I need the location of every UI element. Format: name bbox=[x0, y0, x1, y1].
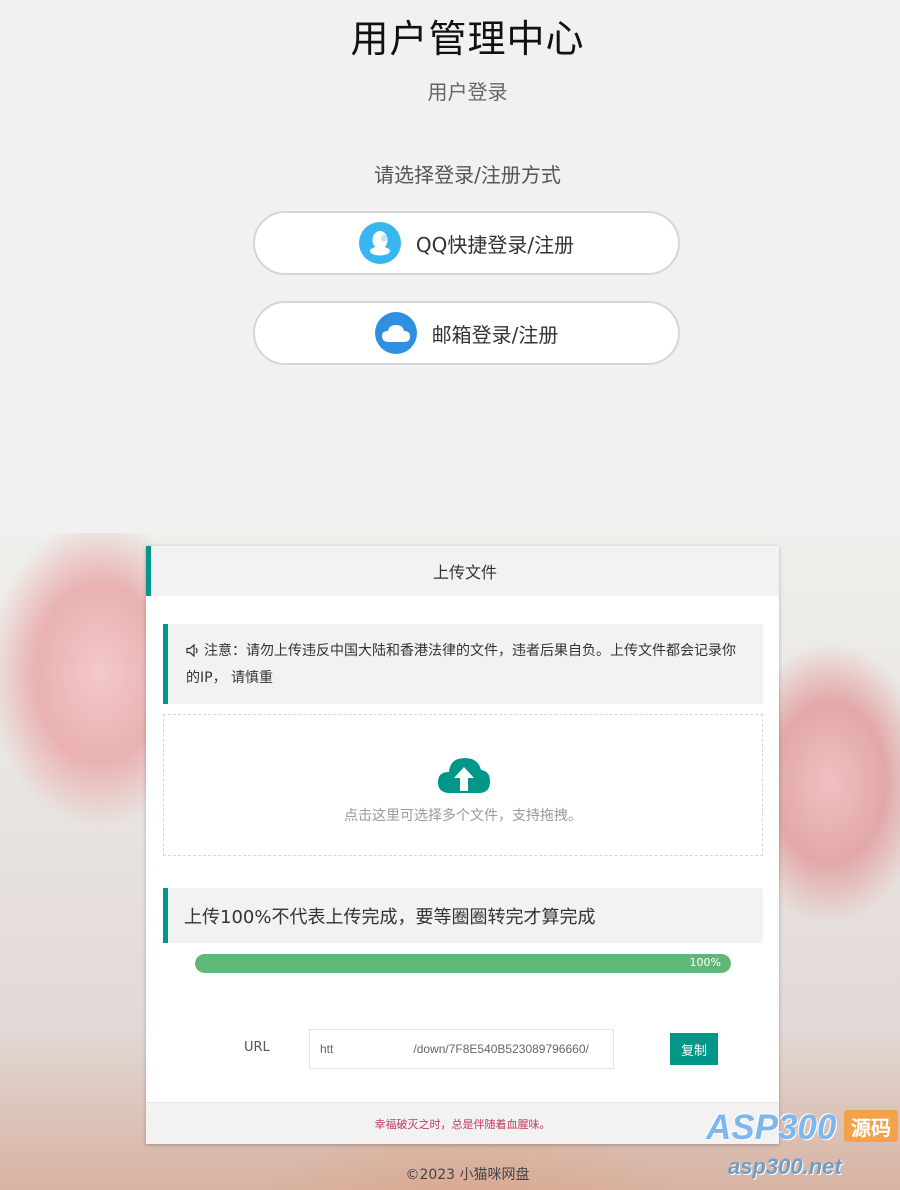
email-login-button[interactable]: 邮箱登录/注册 bbox=[253, 301, 680, 365]
url-label: URL bbox=[244, 1040, 270, 1055]
login-section: 用户管理中心 用户登录 请选择登录/注册方式 QQ快捷登录/注册 邮箱登录/注册 bbox=[0, 0, 900, 533]
upload-card-title: 上传文件 bbox=[146, 546, 779, 596]
speaker-icon bbox=[186, 641, 200, 666]
progress-fill: 100% bbox=[195, 954, 731, 973]
upload-notice-text: 注意：请勿上传违反中国大陆和香港法律的文件，违者后果自负。上传文件都会记录你的I… bbox=[186, 643, 736, 686]
site-watermark: ASP300 源码 asp300.net bbox=[700, 1108, 900, 1188]
page-subtitle: 用户登录 bbox=[427, 80, 508, 104]
upload-progress-bar: 100% bbox=[195, 954, 731, 973]
qq-icon bbox=[358, 222, 401, 264]
watermark-brand: ASP300 bbox=[706, 1108, 837, 1147]
upload-card: 上传文件 注意：请勿上传违反中国大陆和香港法律的文件，违者后果自负。上传文件都会… bbox=[146, 546, 779, 1144]
card-footer-quote: 幸福破灭之时，总是伴随着血腥味。 bbox=[146, 1102, 779, 1144]
copy-button[interactable]: 复制 bbox=[670, 1033, 718, 1065]
watermark-badge: 源码 bbox=[844, 1110, 898, 1142]
watermark-domain: asp300.net bbox=[728, 1154, 842, 1179]
qq-login-label: QQ快捷登录/注册 bbox=[415, 232, 575, 257]
progress-label: 100% bbox=[689, 956, 721, 969]
page-title: 用户管理中心 bbox=[350, 17, 585, 61]
url-field[interactable] bbox=[309, 1029, 614, 1069]
qq-login-button[interactable]: QQ快捷登录/注册 bbox=[253, 211, 680, 275]
cloud-mail-icon bbox=[374, 312, 417, 354]
upload-notice: 注意：请勿上传违反中国大陆和香港法律的文件，违者后果自负。上传文件都会记录你的I… bbox=[163, 624, 763, 704]
dropzone-hint: 点击这里可选择多个文件，支持拖拽。 bbox=[344, 808, 582, 824]
login-method-prompt: 请选择登录/注册方式 bbox=[374, 163, 561, 187]
email-login-label: 邮箱登录/注册 bbox=[431, 322, 559, 347]
upload-tip: 上传100%不代表上传完成，要等圈圈转完才算完成 bbox=[163, 888, 763, 943]
cloud-upload-icon bbox=[436, 755, 492, 799]
upload-dropzone[interactable]: 点击这里可选择多个文件，支持拖拽。 bbox=[163, 714, 763, 856]
